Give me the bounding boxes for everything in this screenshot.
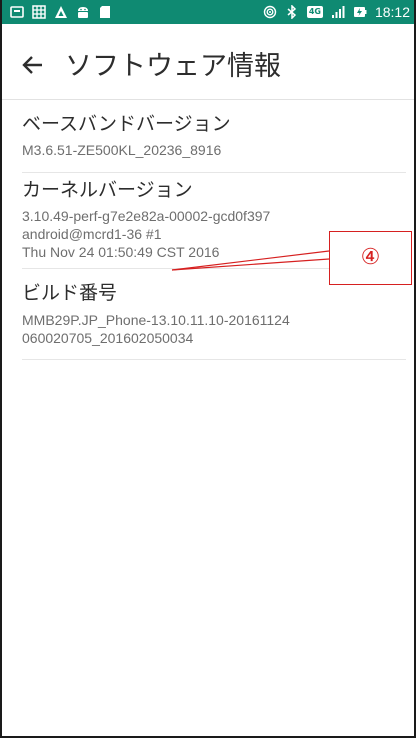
arrow-left-icon (22, 56, 42, 74)
device-bezel-left (0, 0, 2, 738)
notification-icon (10, 5, 32, 19)
baseband-version-item[interactable]: ベースバンドバージョン M3.6.51-ZE500KL_20236_8916 (0, 100, 416, 172)
kernel-version-value-line: android@mcrd1-36 #1 (22, 226, 162, 242)
status-notification-icons (10, 4, 120, 20)
build-number-value-line: 060020705_201602050034 (22, 330, 194, 346)
page-title: ソフトウェア情報 (65, 51, 281, 82)
annotation-callout: ④ (329, 231, 412, 285)
status-system-icons: 4G 18:12 (255, 3, 410, 21)
network-4g-badge: 4G (306, 6, 323, 18)
signal-icon (323, 5, 345, 19)
screen: 4G 18:12 ソフトウェア情報 ベースバンドバージョン M3.6.51-ZE… (0, 0, 416, 738)
app-toolbar: ソフトウェア情報 (0, 24, 416, 100)
kernel-version-value-line: Thu Nov 24 01:50:49 CST 2016 (22, 244, 220, 260)
list-divider (22, 359, 406, 360)
calendar-icon (32, 5, 54, 19)
back-button[interactable] (20, 52, 46, 78)
android-icon (76, 5, 98, 19)
kernel-version-value-line: 3.10.49-perf-g7e2e82a-00002-gcd0f397 (22, 208, 271, 224)
status-bar: 4G 18:12 (0, 0, 416, 24)
bluetooth-icon (277, 5, 299, 19)
hotspot-icon (255, 5, 277, 19)
build-number-value-line: MMB29P.JP_Phone-13.10.11.10-20161124 (22, 312, 290, 328)
build-number-title: ビルド番号 (22, 282, 118, 304)
status-time: 18:12 (374, 4, 410, 20)
baseband-version-title: ベースバンドバージョン (22, 113, 231, 135)
battery-charging-icon (345, 5, 367, 19)
annotation-number: ④ (360, 245, 381, 270)
sd-card-icon (98, 5, 120, 19)
baseband-version-value: M3.6.51-ZE500KL_20236_8916 (22, 142, 222, 158)
triangle-app-icon (54, 5, 76, 19)
kernel-version-title: カーネルバージョン (22, 179, 193, 201)
